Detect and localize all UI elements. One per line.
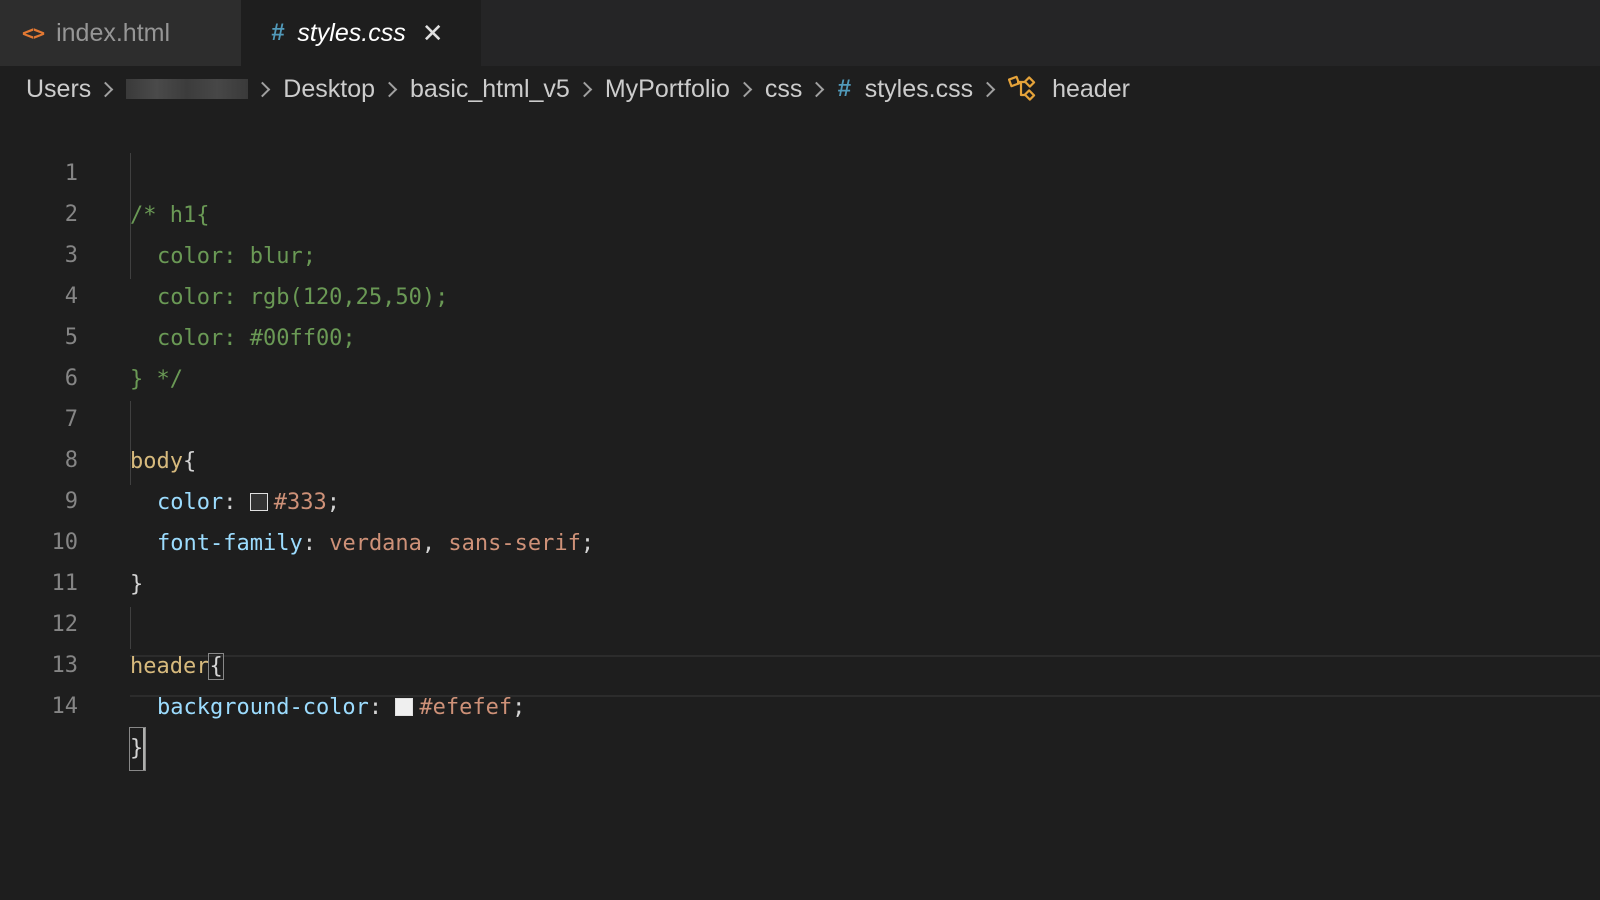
code-editor[interactable]: 1 /* h1{ 2 color: blur; 3 color: rgb(120…	[0, 111, 1600, 900]
tab-bar: <> index.html # styles.css ✕	[0, 0, 1600, 66]
semicolon: ;	[512, 695, 526, 720]
chevron-right-icon	[576, 81, 593, 97]
css-value: #efefef	[419, 695, 513, 720]
code-line: 6	[0, 316, 1600, 391]
code-line: 8 color: #333;	[0, 398, 1600, 515]
chevron-right-icon	[255, 81, 271, 97]
code-line: 9 font-family: verdana, sans-serif;	[0, 439, 1600, 556]
code-line: 7 body{	[0, 357, 1600, 474]
tab-index-html[interactable]: <> index.html	[0, 0, 241, 66]
css-file-icon: #	[837, 75, 851, 102]
breadcrumb-css[interactable]: css	[765, 75, 803, 104]
matched-close-brace: }	[128, 727, 147, 771]
code-text: background-color: #efefef;	[157, 687, 525, 729]
code-line: 1 /* h1{	[0, 111, 1600, 228]
tab-label: index.html	[56, 18, 171, 47]
code-line: 5 } */	[0, 275, 1600, 392]
chevron-right-icon	[736, 81, 753, 97]
breadcrumb-desktop[interactable]: Desktop	[283, 75, 375, 104]
code-line: 12 header{	[0, 562, 1600, 680]
html-file-icon: <>	[22, 21, 45, 45]
tab-styles-css[interactable]: # styles.css ✕	[241, 0, 481, 66]
css-file-icon: #	[271, 19, 285, 46]
line-number: 14	[51, 694, 79, 719]
close-icon[interactable]: ✕	[422, 20, 444, 46]
code-line: 14 }	[0, 644, 1600, 771]
breadcrumb-myportfolio[interactable]: MyPortfolio	[605, 75, 730, 104]
code-line: 3 color: rgb(120,25,50);	[0, 193, 1600, 310]
chevron-right-icon	[809, 81, 825, 97]
tab-label: styles.css	[297, 18, 406, 47]
chevron-right-icon	[381, 81, 398, 97]
code-line: 11	[0, 521, 1600, 596]
symbol-class-icon	[1008, 75, 1038, 103]
code-line: 4 color: #00ff00;	[0, 234, 1600, 351]
color-swatch[interactable]	[395, 698, 414, 716]
colon: :	[368, 695, 396, 720]
css-property: background-color	[157, 695, 369, 720]
breadcrumb-header-symbol[interactable]: header	[1052, 75, 1130, 104]
breadcrumb-styles-css[interactable]: styles.css	[865, 75, 973, 104]
breadcrumb-basic-html-v5[interactable]: basic_html_v5	[410, 75, 570, 104]
breadcrumb: Users Desktop basic_html_v5 MyPortfolio …	[26, 70, 1130, 108]
code-line: 2 color: blur;	[0, 152, 1600, 269]
breadcrumb-users[interactable]: Users	[26, 75, 91, 104]
chevron-right-icon	[979, 81, 996, 97]
chevron-right-icon	[98, 81, 114, 97]
breadcrumb-redacted-username[interactable]	[126, 79, 249, 99]
code-line: 10 }	[0, 480, 1600, 597]
code-line: 13 background-color: #efefef;	[0, 603, 1600, 720]
